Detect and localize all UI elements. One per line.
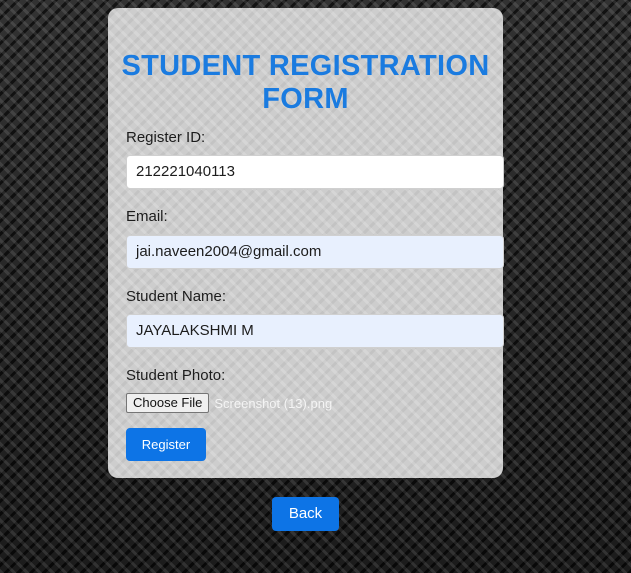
student-name-input[interactable]: JAYALAKSHMI M — [126, 314, 504, 348]
email-label: Email: — [126, 208, 168, 225]
register-button[interactable]: Register — [126, 428, 206, 461]
back-button[interactable]: Back — [272, 497, 339, 531]
student-name-label: Student Name: — [126, 288, 227, 305]
student-photo-label: Student Photo: — [126, 367, 226, 384]
file-upload: Choose File Screenshot (13).png — [126, 393, 332, 413]
register-id-label: Register ID: — [126, 129, 206, 146]
email-field[interactable]: jai.naveen2004@gmail.com — [126, 235, 504, 269]
selected-file-name: Screenshot (13).png — [214, 395, 333, 411]
page-title: STUDENT REGISTRATION FORM — [121, 50, 490, 115]
register-id-input[interactable]: 212221040113 — [126, 155, 504, 189]
registration-card: STUDENT REGISTRATION FORM Register ID: 2… — [108, 8, 504, 478]
choose-file-button[interactable]: Choose File — [126, 393, 210, 413]
